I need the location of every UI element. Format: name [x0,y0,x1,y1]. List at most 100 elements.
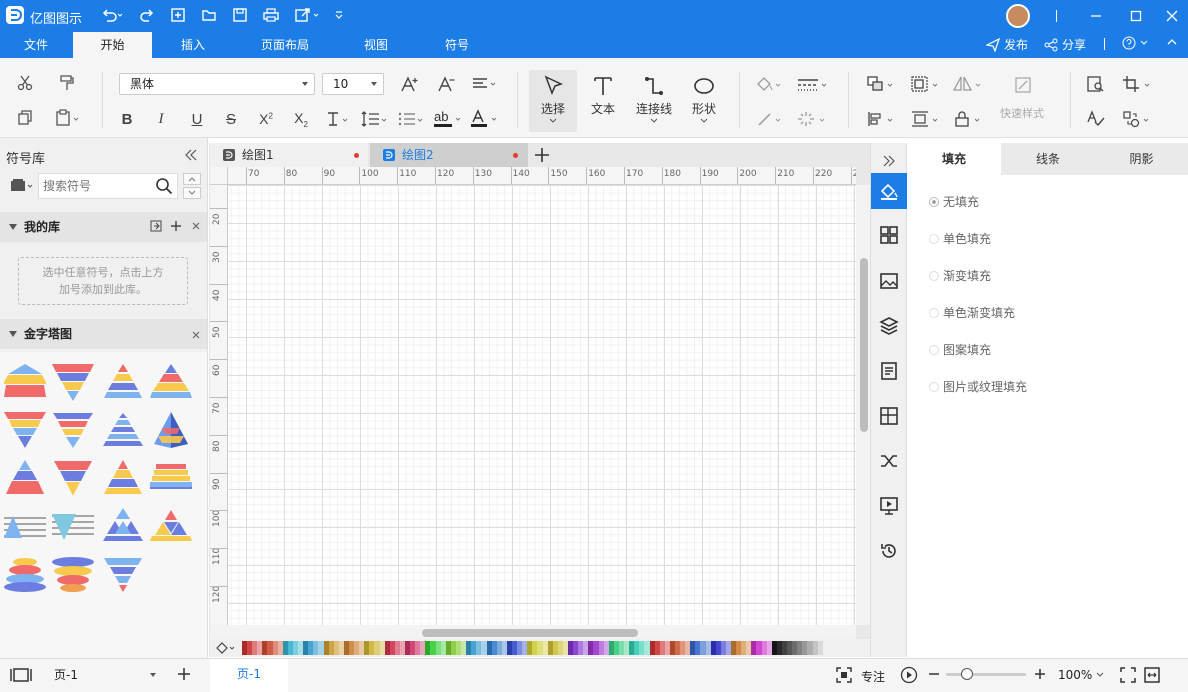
crop-icon[interactable] [1122,73,1154,95]
radio-button[interactable] [929,382,939,392]
fit-page-icon[interactable] [1120,667,1136,683]
tab-fill[interactable]: 填充 [907,143,1001,175]
page-layout-icon[interactable] [10,667,32,683]
scroll-down-button[interactable] [183,187,201,199]
text-tool-button[interactable]: 文本 [579,70,627,132]
inverted-pyramid-shape[interactable] [52,458,94,498]
tab-start[interactable]: 开始 [73,32,152,58]
collapse-ribbon-icon[interactable] [1166,36,1178,48]
segmented-pyramid-shape[interactable] [150,506,192,546]
drawing-canvas[interactable] [228,185,856,625]
zoom-out-button[interactable] [928,668,940,680]
fill-panel-icon[interactable] [871,173,907,209]
tab-insert[interactable]: 插入 [152,32,234,58]
layers-icon[interactable] [877,314,901,338]
line-color-icon[interactable] [755,108,785,130]
effects-sparkle-icon[interactable] [796,108,830,130]
page-select[interactable]: 页-1 [46,664,160,686]
open-folder-icon[interactable] [201,5,217,25]
stacked-disc-pyramid-shape[interactable] [52,554,94,594]
add-page-button[interactable] [177,667,191,681]
cut-icon[interactable] [14,72,36,94]
bold-icon[interactable]: B [116,108,138,130]
fill-option-none[interactable]: 无填充 [929,193,979,210]
close-icon[interactable] [191,221,201,231]
tab-line[interactable]: 线条 [1001,143,1095,175]
document-tab-active[interactable]: 绘图2 [370,143,528,167]
segmented-pyramid-shape[interactable] [102,506,144,546]
play-icon[interactable] [900,666,918,684]
search-icon[interactable] [155,177,173,195]
fit-width-icon[interactable] [1144,667,1160,683]
connector-tool-button[interactable]: 连接线 [629,70,679,132]
line-style-icon[interactable] [796,73,830,95]
zoom-level-select[interactable]: 100% [1058,668,1104,682]
font-color-icon[interactable] [470,108,502,130]
close-window-button[interactable] [1162,6,1182,26]
tab-shadow[interactable]: 阴影 [1095,143,1188,175]
library-menu-icon[interactable] [10,178,34,194]
user-avatar[interactable] [1006,4,1030,28]
print-icon[interactable] [262,5,280,25]
increase-font-icon[interactable] [399,73,421,95]
page-properties-icon[interactable] [877,359,901,383]
tab-symbol[interactable]: 符号 [416,32,498,58]
find-replace-icon[interactable] [1085,73,1107,95]
publish-button[interactable]: 发布 [986,36,1028,53]
radio-button[interactable] [929,197,939,207]
format-painter-icon[interactable] [56,72,78,94]
italic-icon[interactable]: I [150,108,172,130]
strikethrough-icon[interactable]: S [220,108,242,130]
pyramid-shape[interactable] [4,458,46,498]
layered-pyramid-shape[interactable] [150,458,192,498]
document-tab[interactable]: 绘图1 [210,143,368,167]
close-icon[interactable] [191,330,201,340]
quick-style-icon[interactable] [1013,74,1035,96]
superscript-icon[interactable]: X2 [255,108,277,130]
text-align-icon[interactable] [471,73,501,95]
export-icon[interactable] [294,5,322,25]
focus-mode-label[interactable]: 专注 [861,668,885,685]
save-icon[interactable] [232,5,248,25]
bullet-list-icon[interactable] [397,108,427,130]
radio-button[interactable] [929,308,939,318]
pyramid-table-shape[interactable] [4,506,46,546]
pyramid-shape[interactable] [4,362,46,402]
fill-option-picture[interactable]: 图片或纹理填充 [929,378,1027,395]
undo-button[interactable] [100,5,124,25]
flip-icon[interactable] [952,73,984,95]
inverted-pyramid-shape[interactable] [4,410,46,450]
symbol-search-input[interactable] [43,177,151,195]
import-icon[interactable] [150,220,162,232]
customize-quick-access-icon[interactable] [333,5,345,25]
copy-icon[interactable] [14,107,36,129]
radio-button[interactable] [929,271,939,281]
spell-check-icon[interactable] [1085,108,1107,130]
shape-tool-button[interactable]: 形状 [680,70,728,132]
arrange-icon[interactable] [866,73,898,95]
my-library-header[interactable]: 我的库 [0,212,207,242]
replace-shape-icon[interactable] [1122,108,1154,130]
scroll-up-button[interactable] [183,173,201,185]
new-file-icon[interactable] [170,5,186,25]
new-document-tab-button[interactable] [534,147,550,163]
horizontal-scroll-thumb[interactable] [422,629,638,637]
paste-icon[interactable] [54,107,84,129]
distribute-icon[interactable] [910,108,942,130]
presentation-icon[interactable] [877,494,901,518]
inverted-pyramid-shape[interactable] [52,410,94,450]
inverted-funnel-shape[interactable] [102,554,144,594]
grid-apps-icon[interactable] [877,223,901,247]
fill-option-single-gradient[interactable]: 单色渐变填充 [929,304,1015,321]
add-icon[interactable] [170,220,182,232]
data-table-icon[interactable] [877,404,901,428]
font-size-select[interactable]: 10 [322,73,384,95]
help-button[interactable] [1122,36,1148,50]
share-button[interactable]: 分享 [1044,36,1086,53]
fill-option-solid[interactable]: 单色填充 [929,230,991,247]
text-options-icon[interactable] [325,108,353,130]
inverted-pyramid-shape[interactable] [52,362,94,402]
tab-file[interactable]: 文件 [0,32,72,58]
decrease-font-icon[interactable] [436,73,458,95]
fill-bucket-icon[interactable] [210,641,242,655]
